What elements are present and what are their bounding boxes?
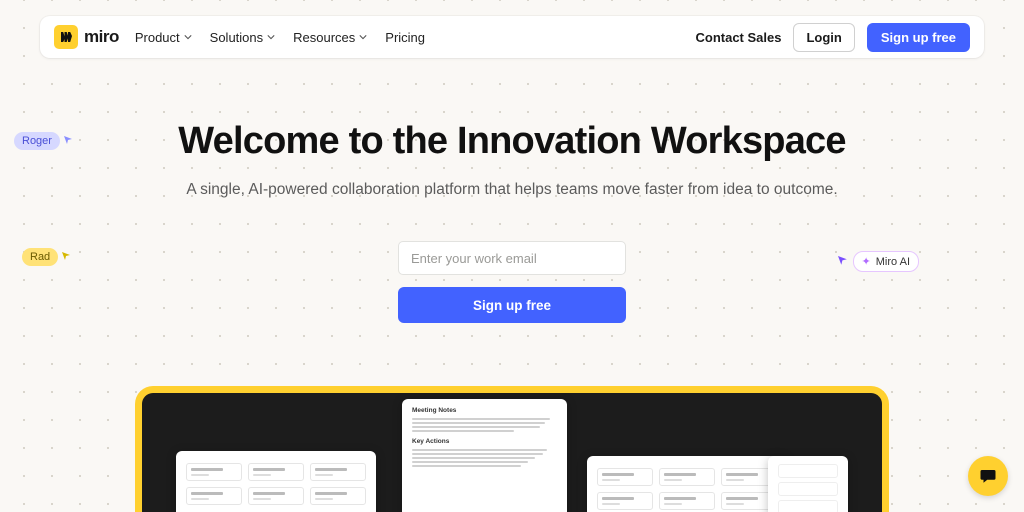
chat-icon xyxy=(979,467,997,485)
cursor-pointer-icon xyxy=(64,136,74,146)
brand-logo[interactable]: miro xyxy=(54,25,119,49)
nav-links: Product Solutions Resources Pricing xyxy=(135,30,425,45)
nav-right: Contact Sales Login Sign up free xyxy=(696,23,971,52)
showcase-panel xyxy=(176,451,376,512)
hero-headline: Welcome to the Innovation Workspace xyxy=(0,120,1024,163)
cursor-label: Rad xyxy=(22,248,58,266)
chevron-down-icon xyxy=(267,33,275,41)
nav-label: Solutions xyxy=(210,30,263,45)
hero-subhead: A single, AI-powered collaboration platf… xyxy=(0,181,1024,199)
nav-label: Pricing xyxy=(385,30,425,45)
nav-label: Resources xyxy=(293,30,355,45)
cursor-badge-miro-ai: ✦ Miro AI xyxy=(838,251,919,272)
cursor-pointer-icon xyxy=(838,256,849,267)
cursor-label: Roger xyxy=(14,132,60,150)
showcase-panel xyxy=(587,456,787,512)
cursor-badge-rad: Rad xyxy=(22,248,72,266)
sparkle-icon: ✦ xyxy=(862,255,871,268)
chevron-down-icon xyxy=(184,33,192,41)
nav-label: Product xyxy=(135,30,180,45)
signup-button[interactable]: Sign up free xyxy=(867,23,970,52)
chat-launcher-button[interactable] xyxy=(968,456,1008,496)
cursor-label-text: Miro AI xyxy=(876,256,910,268)
nav-item-pricing[interactable]: Pricing xyxy=(385,30,425,45)
hero-section: Welcome to the Innovation Workspace A si… xyxy=(0,120,1024,323)
chevron-down-icon xyxy=(359,33,367,41)
cursor-badge-roger: Roger xyxy=(14,132,74,150)
cursor-pointer-icon xyxy=(62,252,72,262)
product-showcase: Meeting Notes Key Actions xyxy=(135,386,889,512)
nav-item-solutions[interactable]: Solutions xyxy=(210,30,275,45)
login-button[interactable]: Login xyxy=(793,23,854,52)
showcase-panel xyxy=(768,456,848,512)
contact-sales-link[interactable]: Contact Sales xyxy=(696,30,782,45)
cta-signup-button[interactable]: Sign up free xyxy=(398,287,626,323)
showcase-panel: Meeting Notes Key Actions xyxy=(402,399,567,512)
email-field[interactable] xyxy=(398,241,626,275)
logo-mark-icon xyxy=(54,25,78,49)
brand-name: miro xyxy=(84,27,119,47)
cursor-label: ✦ Miro AI xyxy=(853,251,919,272)
nav-item-product[interactable]: Product xyxy=(135,30,192,45)
nav-item-resources[interactable]: Resources xyxy=(293,30,367,45)
top-nav: miro Product Solutions Resources Pricing… xyxy=(40,16,984,58)
